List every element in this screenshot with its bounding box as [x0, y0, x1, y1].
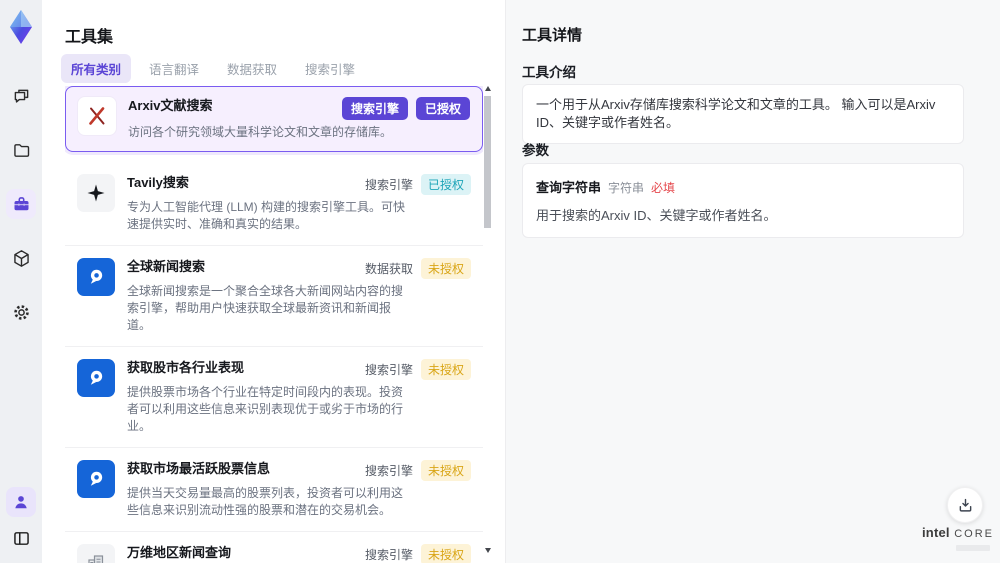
- list-scrollbar[interactable]: [484, 86, 492, 553]
- toolbox-icon: [14, 196, 28, 210]
- params-heading: 参数: [522, 143, 549, 158]
- param-box: 查询字符串 字符串 必填 用于搜索的Arxiv ID、关键字或作者姓名。: [522, 163, 964, 238]
- folder-icon: [13, 143, 29, 157]
- details-title: 工具详情: [522, 27, 583, 44]
- news-logo-icon: [90, 370, 103, 385]
- sidebar-item-chat[interactable]: [6, 81, 36, 111]
- download-icon: [959, 498, 971, 512]
- user-icon: [15, 496, 27, 509]
- param-type: 字符串: [608, 181, 645, 195]
- toolset-panel: 工具集 所有类别 语言翻译 数据获取 搜索引擎 Arxiv文献搜索 搜索引擎 已…: [42, 0, 505, 563]
- category-tag: 搜索引擎: [364, 464, 413, 478]
- rail-bottom: [6, 487, 36, 553]
- sidebar-item-files[interactable]: [6, 135, 36, 165]
- category-tag: 搜索引擎: [341, 97, 408, 120]
- param-description: 用于搜索的Arxiv ID、关键字或作者姓名。: [536, 208, 777, 223]
- tool-details-panel: 工具详情 工具介绍 一个用于从Arxiv存储库搜索科学论文和文章的工具。 输入可…: [505, 0, 1000, 563]
- tool-description: 提供当天交易量最高的股票列表，投资者可以利用这些信息来识别流动性强的股票和潜在的…: [127, 486, 404, 517]
- tool-card[interactable]: 全球新闻搜索 数据获取 未授权 全球新闻搜索是一个聚合全球各大新闻网站内容的搜索…: [65, 245, 483, 346]
- tool-icon: [77, 460, 115, 498]
- category-tab[interactable]: 语言翻译: [139, 54, 209, 83]
- gear-icon: [13, 304, 29, 320]
- tool-main: 获取市场最活跃股票信息 搜索引擎 未授权 提供当天交易量最高的股票列表，投资者可…: [127, 460, 471, 519]
- tool-name: Arxiv文献搜索: [128, 98, 213, 113]
- param-required-badge: 必填: [651, 181, 676, 195]
- category-tabs: 所有类别 语言翻译 数据获取 搜索引擎: [61, 54, 365, 83]
- tool-icon: [77, 258, 115, 296]
- tool-card[interactable]: Arxiv文献搜索 搜索引擎 已授权 访问各个研究领域大量科学论文和文章的存储库…: [65, 86, 483, 152]
- tool-icon: [78, 97, 116, 135]
- intel-ultra-badge: [956, 545, 990, 551]
- category-tag: 搜索引擎: [364, 548, 413, 562]
- tool-main: 万维地区新闻查询 搜索引擎 未授权 查询具体行政区划内的新闻，快速了解各地新闻动: [127, 544, 471, 563]
- status-badge: 未授权: [420, 258, 471, 279]
- tavily-star-icon: [87, 184, 105, 202]
- intel-brand-text: intel: [922, 525, 950, 540]
- intel-core-logo: intel CORE: [922, 524, 992, 551]
- app-logo-icon[interactable]: [5, 9, 37, 45]
- rail-nav: [6, 81, 36, 327]
- category-tab[interactable]: 搜索引擎: [295, 54, 365, 83]
- tool-description: 全球新闻搜索是一个聚合全球各大新闻网站内容的搜索引擎，帮助用户快速获取全球最新资…: [127, 284, 404, 332]
- tool-main: 全球新闻搜索 数据获取 未授权 全球新闻搜索是一个聚合全球各大新闻网站内容的搜索…: [127, 258, 471, 334]
- tool-main: Tavily搜索 搜索引擎 已授权 专为人工智能代理 (LLM) 构建的搜索引擎…: [127, 174, 471, 233]
- tool-name: 全球新闻搜索: [127, 259, 206, 274]
- tool-card[interactable]: 万维地区新闻查询 搜索引擎 未授权 查询具体行政区划内的新闻，快速了解各地新闻动: [65, 531, 483, 563]
- category-tag: 搜索引擎: [364, 178, 413, 192]
- chat-icon: [14, 89, 28, 103]
- tool-main: 获取股市各行业表现 搜索引擎 未授权 提供股票市场各个行业在特定时间段内的表现。…: [127, 359, 471, 435]
- sidebar-item-account[interactable]: [6, 487, 36, 517]
- tool-name: 万维地区新闻查询: [127, 545, 232, 560]
- news-logo-icon: [90, 471, 103, 486]
- toolset-title: 工具集: [65, 29, 114, 46]
- sidebar-item-settings[interactable]: [6, 297, 36, 327]
- tool-description: 专为人工智能代理 (LLM) 构建的搜索引擎工具。可快速提供实时、准确和真实的结…: [127, 200, 406, 231]
- download-button[interactable]: [947, 487, 983, 523]
- sidebar-item-toggle-panel[interactable]: [6, 523, 36, 553]
- status-badge: 未授权: [420, 544, 471, 563]
- scroll-up-arrow-icon[interactable]: [485, 86, 491, 91]
- sidebar-item-models[interactable]: [6, 243, 36, 273]
- sidebar-item-toolbox[interactable]: [6, 189, 36, 219]
- param-name: 查询字符串: [536, 180, 602, 195]
- intro-box: 一个用于从Arxiv存储库搜索科学论文和文章的工具。 输入可以是Arxiv ID…: [522, 84, 964, 144]
- tool-card[interactable]: 获取市场最活跃股票信息 搜索引擎 未授权 提供当天交易量最高的股票列表，投资者可…: [65, 447, 483, 531]
- cube-icon: [13, 249, 29, 267]
- building-icon: [88, 555, 104, 563]
- tool-description: 提供股票市场各个行业在特定时间段内的表现。投资者可以利用这些信息来识别表现优于或…: [127, 385, 404, 433]
- tool-description: 访问各个研究领域大量科学论文和文章的存储库。: [128, 125, 393, 139]
- news-logo-icon: [90, 269, 103, 284]
- status-badge: 未授权: [420, 460, 471, 481]
- panel-icon: [13, 531, 29, 545]
- tool-icon: [77, 174, 115, 212]
- tool-main: Arxiv文献搜索 搜索引擎 已授权 访问各个研究领域大量科学论文和文章的存储库…: [128, 97, 470, 141]
- category-tab[interactable]: 所有类别: [61, 54, 132, 83]
- scroll-down-arrow-icon[interactable]: [485, 548, 491, 553]
- tool-name: 获取市场最活跃股票信息: [127, 461, 271, 476]
- scrollbar-thumb[interactable]: [484, 96, 491, 228]
- tool-name: 获取股市各行业表现: [127, 360, 245, 375]
- left-rail: [0, 0, 42, 563]
- tool-card[interactable]: 获取股市各行业表现 搜索引擎 未授权 提供股票市场各个行业在特定时间段内的表现。…: [65, 346, 483, 447]
- tool-list: Arxiv文献搜索 搜索引擎 已授权 访问各个研究领域大量科学论文和文章的存储库…: [65, 86, 483, 563]
- core-brand-text: CORE: [954, 528, 994, 540]
- intro-text: 一个用于从Arxiv存储库搜索科学论文和文章的工具。 输入可以是Arxiv ID…: [536, 97, 936, 130]
- intro-heading: 工具介绍: [522, 65, 576, 80]
- status-badge: 已授权: [415, 97, 470, 120]
- tool-name: Tavily搜索: [127, 175, 189, 190]
- category-tab[interactable]: 数据获取: [217, 54, 287, 83]
- status-badge: 已授权: [420, 174, 471, 195]
- category-tag: 搜索引擎: [364, 363, 413, 377]
- tool-icon: [77, 544, 115, 563]
- app-window: 工具集 所有类别 语言翻译 数据获取 搜索引擎 Arxiv文献搜索 搜索引擎 已…: [0, 0, 1000, 563]
- category-tag: 数据获取: [364, 262, 413, 276]
- arxiv-logo-icon: [89, 107, 105, 125]
- status-badge: 未授权: [420, 359, 471, 380]
- tool-card[interactable]: Tavily搜索 搜索引擎 已授权 专为人工智能代理 (LLM) 构建的搜索引擎…: [65, 162, 483, 245]
- tool-icon: [77, 359, 115, 397]
